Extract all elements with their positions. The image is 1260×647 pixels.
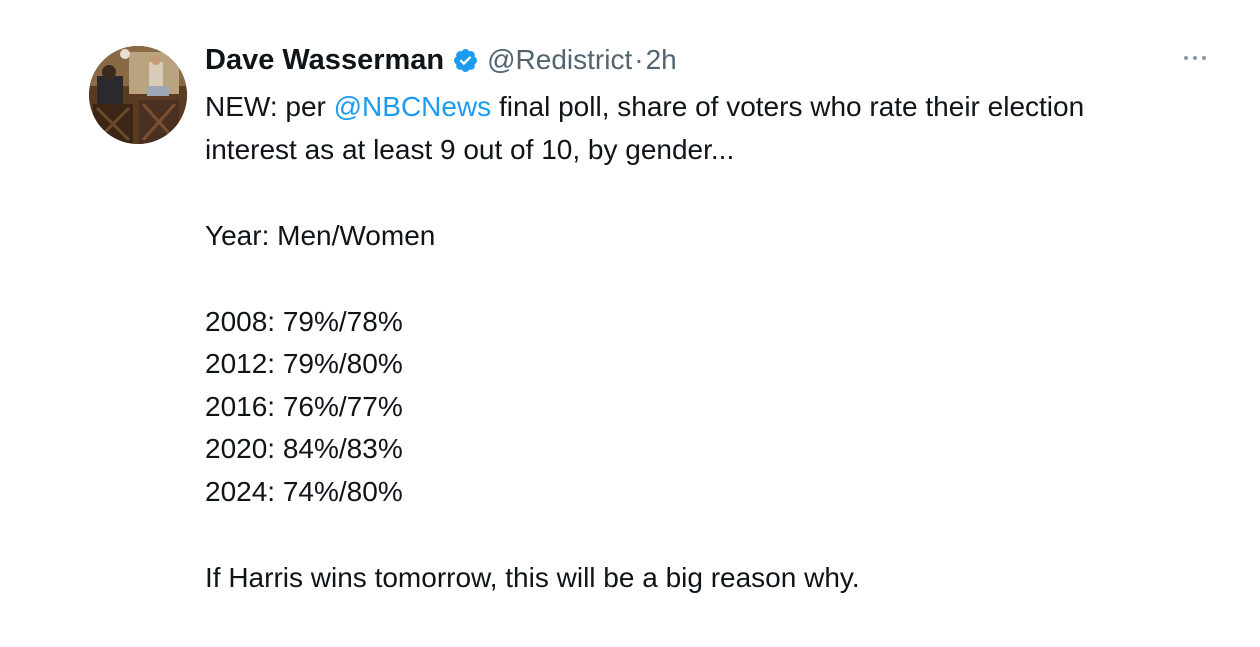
tweet[interactable]: Dave Wasserman @Redistrict · 2h NEW: per… xyxy=(0,0,1260,647)
mention-link[interactable]: @NBCNews xyxy=(334,91,492,122)
data-row: 2012: 79%/80% xyxy=(205,348,403,379)
avatar[interactable] xyxy=(89,46,187,144)
data-row: 2016: 76%/77% xyxy=(205,390,403,422)
timestamp[interactable]: 2h xyxy=(646,44,677,76)
separator: · xyxy=(634,44,644,75)
author-handle[interactable]: @Redistrict xyxy=(487,44,632,76)
more-options-icon[interactable] xyxy=(1178,48,1212,68)
data-row: 2020: 84%/83% xyxy=(205,433,403,464)
text-fragment: NEW: per xyxy=(205,91,334,122)
avatar-photo xyxy=(89,46,187,144)
tweet-line-2: interest as at least 9 out of 10, by gen… xyxy=(205,133,735,165)
display-name[interactable]: Dave Wasserman xyxy=(205,44,444,77)
data-row: 2008: 79%/78% xyxy=(205,305,403,337)
table-header-line: Year: Men/Women xyxy=(205,219,436,251)
tweet-text: NEW: per @NBCNews final poll, share of v… xyxy=(205,86,1205,599)
tweet-header: Dave Wasserman @Redistrict · 2h xyxy=(205,40,677,80)
data-row: 2024: 74%/80% xyxy=(205,475,403,507)
verified-badge-icon[interactable] xyxy=(452,47,479,74)
tweet-line-1: NEW: per @NBCNews final poll, share of v… xyxy=(205,86,1205,129)
closing-line: If Harris wins tomorrow, this will be a … xyxy=(205,561,860,593)
text-fragment: final poll, share of voters who rate the… xyxy=(491,91,1085,122)
